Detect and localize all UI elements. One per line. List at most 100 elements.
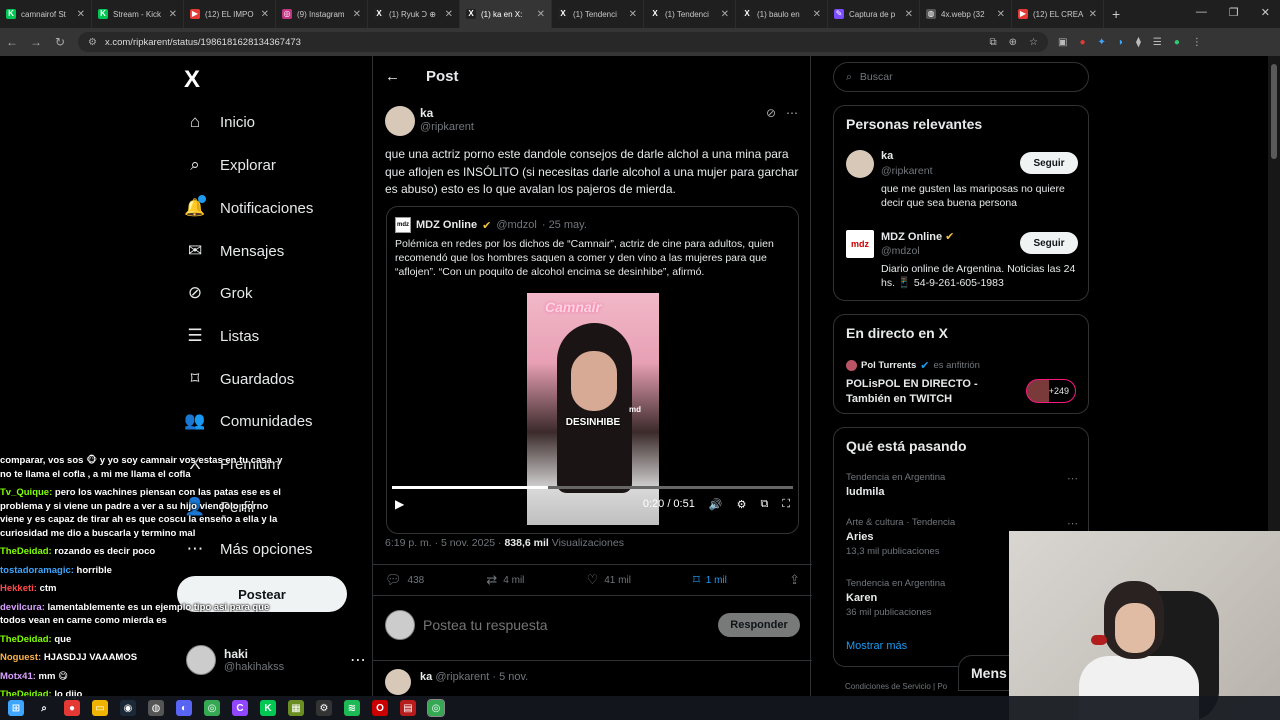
new-tab-button[interactable]: + bbox=[1112, 6, 1120, 22]
steam-icon[interactable]: ◉ bbox=[120, 700, 136, 716]
grok-icon[interactable]: ⊘ bbox=[766, 106, 776, 120]
minimize-button[interactable]: — bbox=[1196, 6, 1207, 19]
tab-close-icon[interactable]: ✕ bbox=[537, 9, 545, 20]
tab-close-icon[interactable]: ✕ bbox=[905, 9, 913, 20]
tab-close-icon[interactable]: ✕ bbox=[169, 9, 177, 20]
browser-tab[interactable]: ▶ (12) EL CREA ✕ bbox=[1012, 0, 1104, 28]
chrome-icon[interactable]: ◎ bbox=[427, 699, 445, 717]
quoted-tweet[interactable]: mdz MDZ Online ✔ @mdzol · 25 may. Polémi… bbox=[386, 206, 799, 534]
x-logo[interactable]: X bbox=[184, 66, 200, 94]
browser-tab[interactable]: ◎ (9) Instagram ✕ bbox=[276, 0, 368, 28]
browser-tab[interactable]: Kcamnairof St ✕ bbox=[0, 0, 92, 28]
more-icon[interactable]: ⋯ bbox=[786, 106, 798, 120]
follow-button[interactable]: Seguir bbox=[1020, 232, 1078, 254]
folder-icon[interactable]: ▭ bbox=[92, 700, 108, 716]
opera-icon[interactable]: O bbox=[372, 700, 388, 716]
show-more-link[interactable]: Mostrar más bbox=[846, 640, 907, 652]
nav-item-explore[interactable]: ⌕ Explorar bbox=[184, 155, 276, 175]
site-info-icon[interactable]: ⚙ bbox=[88, 37, 97, 48]
fullscreen-icon[interactable]: ⛶ bbox=[782, 498, 790, 511]
tweet-author-handle[interactable]: @ripkarent bbox=[420, 121, 474, 133]
tab-close-icon[interactable]: ✕ bbox=[445, 9, 453, 20]
extension-icon[interactable]: ▣ bbox=[1058, 37, 1067, 48]
live-listeners-badge[interactable]: +249 bbox=[1025, 379, 1076, 403]
app-icon[interactable]: ◍ bbox=[148, 700, 164, 716]
app-icon[interactable]: ● bbox=[64, 700, 80, 716]
nav-item-communities[interactable]: 👥 Comunidades bbox=[184, 411, 312, 431]
app-icon[interactable]: ▤ bbox=[400, 700, 416, 716]
tab-close-icon[interactable]: ✕ bbox=[629, 9, 637, 20]
browser-tab[interactable]: X (1) baulo en ✕ bbox=[736, 0, 828, 28]
minecraft-icon[interactable]: ▦ bbox=[288, 700, 304, 716]
zoom-icon[interactable]: ⊕ bbox=[1009, 37, 1017, 48]
tab-close-icon[interactable]: ✕ bbox=[77, 9, 85, 20]
forward-icon[interactable]: → bbox=[24, 35, 48, 49]
more-icon[interactable]: ⋯ bbox=[350, 650, 366, 670]
settings-gear-icon[interactable]: ⚙ bbox=[737, 498, 747, 511]
more-icon[interactable]: ⋯ bbox=[1067, 517, 1078, 530]
discord-icon[interactable]: ◐ bbox=[176, 700, 192, 716]
browser-tab[interactable]: X (1) Tendenci ✕ bbox=[644, 0, 736, 28]
reload-icon[interactable]: ↻ bbox=[48, 35, 72, 49]
reply-tweet[interactable]: ka @ripkarent · 5 nov. bbox=[373, 660, 812, 696]
play-icon[interactable]: ▶ bbox=[395, 497, 404, 511]
more-icon[interactable]: ⋯ bbox=[1067, 472, 1078, 485]
video-progress-bar[interactable] bbox=[392, 486, 793, 489]
spotify-icon[interactable]: ≋ bbox=[344, 700, 360, 716]
like-button[interactable]: ♡ 41 mil bbox=[587, 572, 631, 588]
picture-in-picture-icon[interactable]: ⧉ bbox=[760, 498, 768, 511]
nav-item-home[interactable]: ⌂ Inicio bbox=[184, 112, 255, 132]
tab-close-icon[interactable]: ✕ bbox=[997, 9, 1005, 20]
start-icon[interactable]: ⊞ bbox=[8, 700, 24, 716]
nav-item-lists[interactable]: ☰ Listas bbox=[184, 326, 259, 346]
nav-item-notifications[interactable]: 🔔 Notificaciones bbox=[184, 195, 313, 218]
share-button[interactable]: ⇪ bbox=[789, 572, 800, 588]
browser-tab[interactable]: X (1) ka en X: ✕ bbox=[460, 0, 552, 28]
tab-close-icon[interactable]: ✕ bbox=[721, 9, 729, 20]
menu-kebab-icon[interactable]: ⋮ bbox=[1192, 37, 1202, 48]
app-icon[interactable]: ⚙ bbox=[316, 700, 332, 716]
footer-links[interactable]: Condiciones de Servicio | Po bbox=[845, 682, 947, 691]
reply-input[interactable] bbox=[423, 617, 710, 633]
kick-icon[interactable]: K bbox=[260, 700, 276, 716]
follow-button[interactable]: Seguir bbox=[1020, 152, 1078, 174]
live-title[interactable]: POLisPOL EN DIRECTO - También en TWITCH bbox=[846, 377, 996, 407]
tab-search-icon[interactable]: ☰ bbox=[1153, 37, 1162, 48]
nav-item-messages[interactable]: ✉ Mensajes bbox=[184, 241, 284, 261]
browser-tab[interactable]: ◍ 4x.webp (32 ✕ bbox=[920, 0, 1012, 28]
trend-item[interactable]: Tendencia en Argentina ludmila ⋯ bbox=[846, 472, 1078, 498]
app-icon[interactable]: C bbox=[232, 700, 248, 716]
tab-close-icon[interactable]: ✕ bbox=[813, 9, 821, 20]
tab-close-icon[interactable]: ✕ bbox=[353, 9, 361, 20]
browser-tab[interactable]: X (1) Ryuk Ↄ ⊕ ✕ bbox=[368, 0, 460, 28]
extension-icon[interactable]: ◗ bbox=[1118, 37, 1124, 48]
tab-close-icon[interactable]: ✕ bbox=[1089, 9, 1097, 20]
extension-icon[interactable]: ✦ bbox=[1098, 37, 1106, 48]
profile-icon[interactable]: ● bbox=[1174, 37, 1180, 48]
chrome-icon[interactable]: ◎ bbox=[204, 700, 220, 716]
search-input[interactable]: ⌕ Buscar bbox=[833, 62, 1089, 92]
browser-tab[interactable]: ✎ Captura de p ✕ bbox=[828, 0, 920, 28]
extension-icon[interactable]: ● bbox=[1079, 37, 1085, 48]
avatar[interactable] bbox=[385, 669, 411, 695]
tweet-timestamp[interactable]: 6:19 p. m. · 5 nov. 2025 · bbox=[385, 537, 502, 549]
reply-submit-button[interactable]: Responder bbox=[718, 613, 800, 637]
back-arrow-icon[interactable]: ← bbox=[385, 68, 400, 85]
browser-tab[interactable]: X (1) Tendenci ✕ bbox=[552, 0, 644, 28]
back-icon[interactable]: ← bbox=[0, 35, 24, 49]
bookmark-button[interactable]: ⌑ 1 mil bbox=[693, 572, 727, 588]
nav-item-grok[interactable]: ⊘ Grok bbox=[184, 283, 253, 303]
reply-button[interactable]: 💬︎ 438 bbox=[385, 572, 424, 588]
tweet-author-name[interactable]: ka bbox=[420, 106, 433, 120]
avatar[interactable] bbox=[385, 106, 415, 136]
nav-item-bookmarks[interactable]: ⌑ Guardados bbox=[184, 369, 295, 389]
volume-icon[interactable]: 🔊 bbox=[709, 498, 723, 511]
video-player[interactable]: Camnair md DESINHIBE ▶ 0:20 / 0:51 🔊 ⚙ ⧉… bbox=[387, 287, 798, 525]
close-window-button[interactable]: ✕ bbox=[1261, 6, 1270, 19]
repost-button[interactable]: ⇄ 4 mil bbox=[486, 572, 524, 588]
browser-tab[interactable]: ▶ (12) EL IMPO ✕ bbox=[184, 0, 276, 28]
url-bar[interactable]: ⚙ x.com/ripkarent/status/198618162813436… bbox=[78, 32, 1048, 52]
reply-author-name[interactable]: ka bbox=[420, 671, 432, 683]
bookmark-star-icon[interactable]: ☆ bbox=[1029, 37, 1038, 48]
tab-close-icon[interactable]: ✕ bbox=[261, 9, 269, 20]
